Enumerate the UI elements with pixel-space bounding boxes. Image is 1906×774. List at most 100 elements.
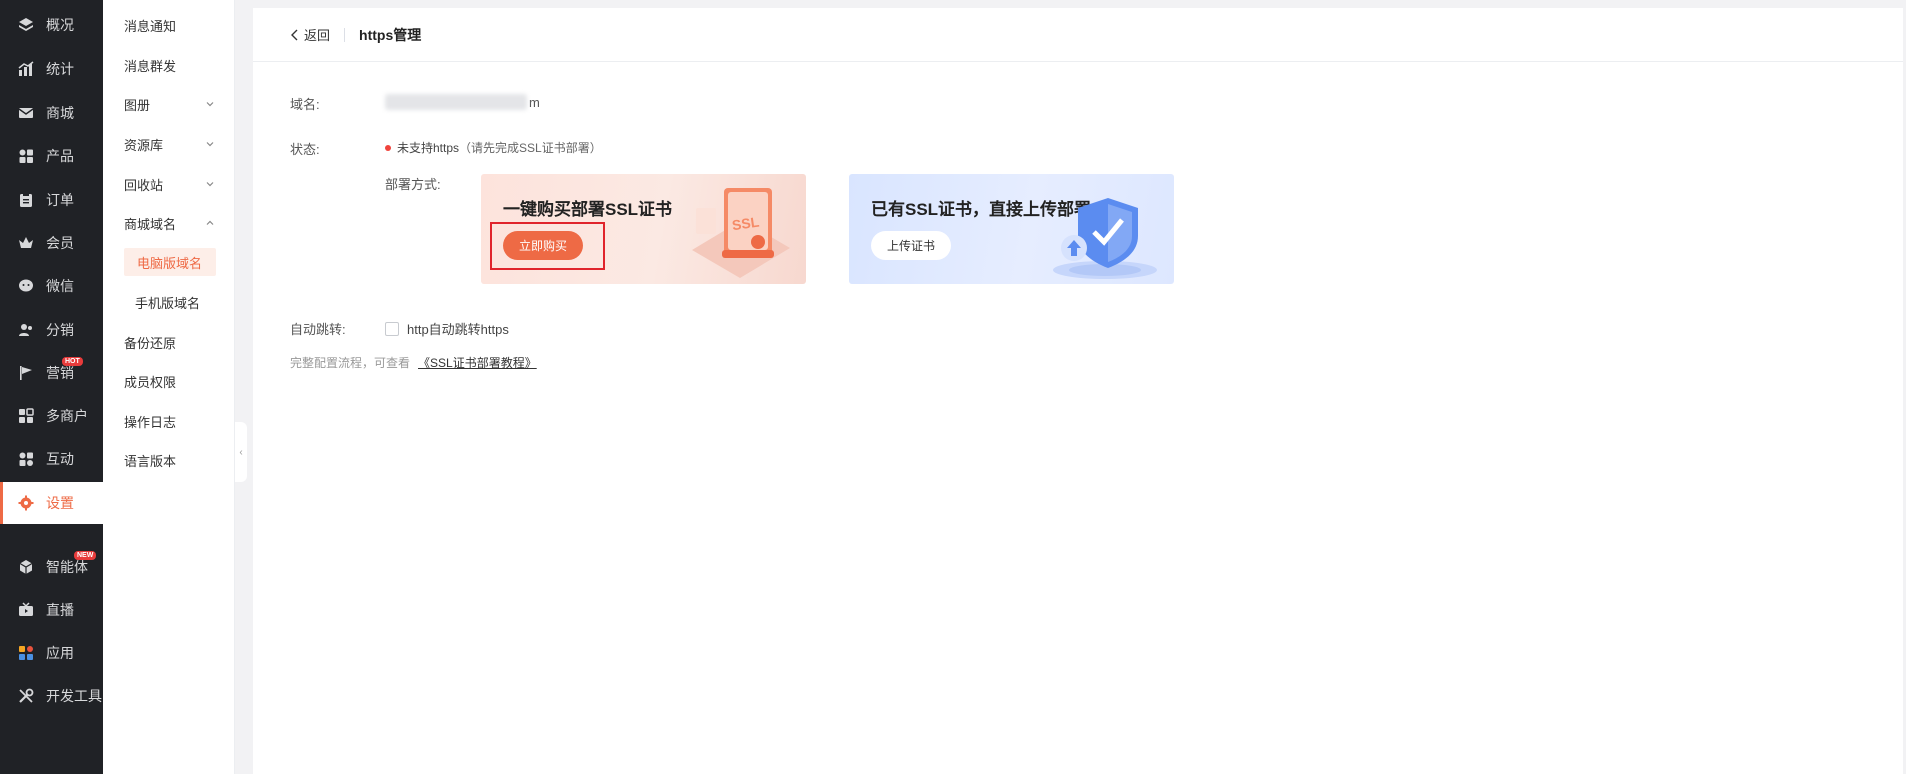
chevron-down-icon [206,182,214,187]
nav-label: 会员 [46,235,74,251]
submenu-item-logs[interactable]: 操作日志 [103,407,235,435]
layers-icon [18,17,34,33]
nav-item-devtools[interactable]: 开发工具 [0,676,103,716]
nav-item-interaction[interactable]: 互动 [0,439,103,479]
nav-item-marketing[interactable]: 营销 HOT [0,353,103,393]
submenu-item-language[interactable]: 语言版本 [103,446,235,474]
status-label: 状态: [290,142,320,157]
mail-icon [18,105,34,121]
submenu-label: 备份还原 [124,335,177,351]
nav-item-orders[interactable]: 订单 [0,180,103,220]
settings-submenu: 消息通知 消息群发 图册 资源库 回收站 商城域名 电脑版域名 手机版域名 备份… [103,0,235,774]
status-text: 未支持https [397,141,460,155]
nav-item-agent[interactable]: 智能体 NEW [0,547,103,587]
nav-label: 互动 [46,451,74,467]
nav-item-wechat[interactable]: 微信 [0,266,103,306]
auto-redirect-text: http自动跳转https [407,322,509,337]
new-badge: NEW [74,551,97,560]
deploy-method-label: 部署方式: [385,177,441,192]
page-header: 返回 https管理 [253,8,1903,62]
submenu-label: 操作日志 [124,414,177,430]
ssl-tutorial-link[interactable]: 《SSL证书部署教程》 [418,356,537,370]
flag-icon [18,365,34,381]
nav-label: 设置 [46,495,74,511]
nav-item-merchants[interactable]: 多商户 [0,396,103,436]
gear-icon [18,495,34,511]
nav-label: 产品 [46,148,74,164]
cube-icon [18,559,34,575]
nav-item-stats[interactable]: 统计 [0,49,103,89]
submenu-label: 语言版本 [124,453,177,469]
tools-icon [18,688,34,704]
submenu-item-mobile-domain[interactable]: 手机版域名 [103,288,235,316]
buy-card-title: 一键购买部署SSL证书 [503,200,673,219]
grid-icon [18,148,34,164]
nav-label: 商城 [46,105,74,121]
users-icon [18,322,34,338]
submenu-item-recycle[interactable]: 回收站 [103,170,235,198]
nav-label: 应用 [46,645,74,661]
submenu-label: 资源库 [124,137,164,153]
nav-item-products[interactable]: 产品 [0,136,103,176]
submenu-label: 手机版域名 [135,295,201,311]
domain-label: 域名: [290,97,320,112]
submenu-label: 消息通知 [124,18,177,34]
auto-redirect-label: 自动跳转: [290,322,346,337]
page-title: https管理 [359,26,422,43]
submenu-item-backup[interactable]: 备份还原 [103,328,235,356]
nav-item-apps[interactable]: 应用 [0,633,103,673]
ssl-certificate-icon: SSL [692,188,790,278]
submenu-label: 回收站 [124,177,164,193]
chart-icon [18,61,34,77]
status-hint: （请先完成SSL证书部署） [459,141,602,155]
nav-label: 智能体 [46,559,88,575]
domain-suffix: m [529,94,540,110]
nav-label: 概况 [46,17,74,33]
submenu-item-resources[interactable]: 资源库 [103,130,235,158]
submenu-item-broadcast[interactable]: 消息群发 [103,51,235,79]
https-status: 未支持https （请先完成SSL证书部署） [385,139,602,156]
submenu-label: 图册 [124,97,151,113]
nav-item-settings[interactable]: 设置 [0,482,103,524]
buy-ssl-card[interactable]: 一键购买部署SSL证书 立即购买 SSL [481,174,806,284]
nav-label: 营销 [46,365,74,381]
back-label: 返回 [304,28,331,43]
crown-icon [18,235,34,251]
apps-icon [18,451,34,467]
collapse-sidebar-handle[interactable]: ‹ [235,422,247,482]
domain-value: m [385,94,540,110]
submenu-item-notifications[interactable]: 消息通知 [103,11,235,39]
config-tip: 完整配置流程，可查看 《SSL证书部署教程》 [290,354,537,371]
nav-item-members[interactable]: 会员 [0,223,103,263]
nav-item-mall[interactable]: 商城 [0,93,103,133]
submenu-item-pc-domain[interactable]: 电脑版域名 [124,248,216,276]
main-nav: 概况 统计 商城 产品 订单 会员 微信 分销 营销 HOT 多商户 互动 设置… [0,0,103,774]
submenu-item-album[interactable]: 图册 [103,90,235,118]
blurred-domain [385,94,527,110]
submenu-label: 电脑版域名 [137,255,203,271]
submenu-item-permissions[interactable]: 成员权限 [103,367,235,395]
chevron-down-icon [206,142,214,147]
chevron-left-icon: ‹ [239,446,243,458]
back-button[interactable]: 返回 [290,25,330,44]
nav-item-live[interactable]: 直播 [0,590,103,630]
hot-badge: HOT [62,357,83,366]
chevron-down-icon [206,102,214,107]
buy-now-button[interactable]: 立即购买 [503,231,583,260]
nav-item-overview[interactable]: 概况 [0,5,103,45]
nav-item-distribution[interactable]: 分销 [0,310,103,350]
submenu-item-mall-domain[interactable]: 商城域名 [103,209,235,237]
clipboard-icon [18,192,34,208]
chevron-left-icon [291,29,298,40]
upload-certificate-button[interactable]: 上传证书 [871,231,951,260]
submenu-label: 成员权限 [124,374,177,390]
nav-label: 统计 [46,61,74,77]
nav-label: 微信 [46,278,74,294]
tv-icon [18,602,34,618]
chevron-up-icon [206,220,214,225]
upload-ssl-card[interactable]: 已有SSL证书，直接上传部署 上传证书 [849,174,1174,284]
submenu-label: 商城域名 [124,216,177,232]
nav-label: 分销 [46,322,74,338]
tip-text: 完整配置流程，可查看 [290,356,411,370]
auto-redirect-checkbox[interactable] [385,321,399,336]
